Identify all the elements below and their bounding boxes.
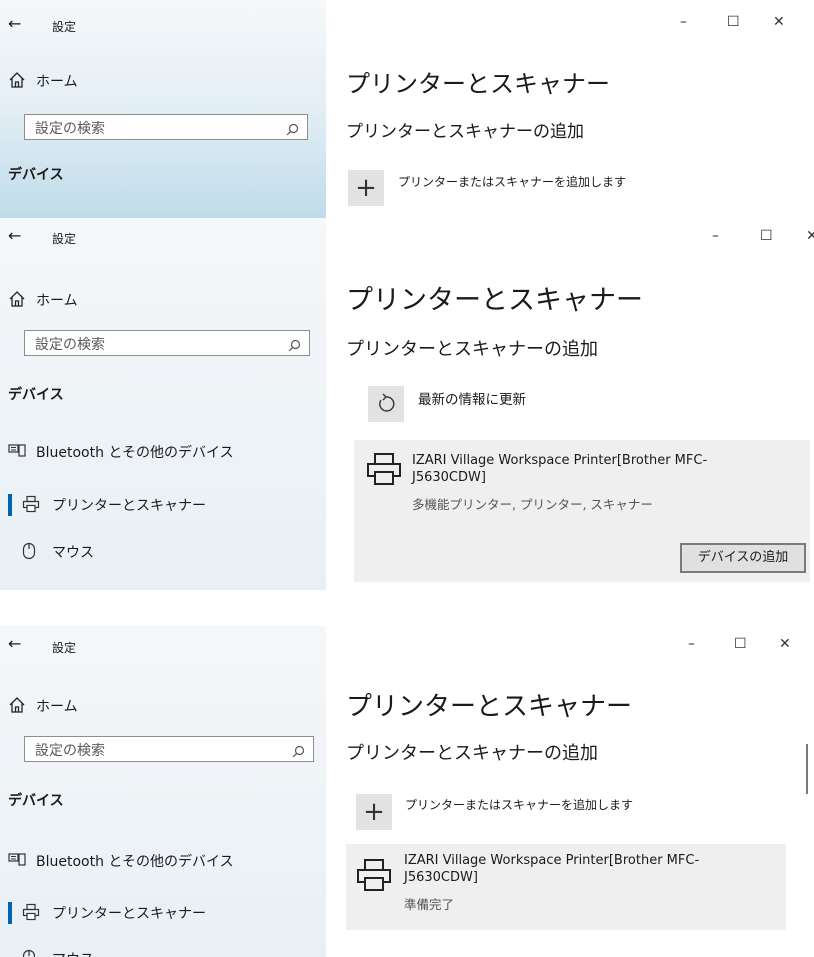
device-status: 多機能プリンター, プリンター, スキャナー [412, 497, 653, 512]
add-printer-label[interactable]: プリンターまたはスキャナーを追加します [398, 173, 626, 190]
refresh-button[interactable] [368, 386, 404, 422]
search-input[interactable]: 設定の検索 [24, 330, 310, 356]
nav-home[interactable]: ホーム [36, 290, 78, 310]
page-title: プリンターとスキャナー [346, 285, 643, 316]
add-printer-label[interactable]: プリンターまたはスキャナーを追加します [405, 796, 633, 813]
back-arrow-icon[interactable]: ← [8, 14, 21, 33]
sidebar-item-printers[interactable]: プリンターとスキャナー [0, 898, 326, 928]
page-title: プリンターとスキャナー [346, 692, 633, 722]
sidebar-item-printers[interactable]: プリンターとスキャナー [0, 490, 326, 520]
search-icon [288, 337, 301, 356]
sidebar-item-label: Bluetooth とその他のデバイス [36, 854, 234, 870]
search-icon [286, 121, 299, 140]
device-card[interactable]: IZARI Village Workspace Printer[Brother … [354, 440, 810, 582]
scrollbar[interactable] [806, 744, 808, 794]
search-placeholder: 設定の検索 [35, 743, 105, 759]
add-device-button[interactable]: デバイスの追加 [680, 543, 806, 573]
add-printer-button[interactable]: + [356, 794, 392, 830]
minimize-button[interactable]: – [680, 14, 687, 30]
refresh-icon [368, 386, 404, 422]
window-title: 設定 [52, 232, 77, 246]
plus-icon: + [363, 797, 385, 827]
keyboard-icon [8, 442, 26, 462]
back-arrow-icon[interactable]: ← [8, 226, 21, 245]
printer-icon [356, 858, 392, 896]
maximize-button[interactable]: ☐ [760, 228, 773, 244]
keyboard-icon [8, 851, 26, 871]
search-icon [292, 743, 305, 762]
printer-icon [22, 495, 40, 517]
section-label-devices: デバイス [8, 793, 64, 809]
nav-home[interactable]: ホーム [36, 71, 78, 91]
home-icon [8, 696, 26, 714]
search-input[interactable]: 設定の検索 [24, 114, 308, 140]
search-placeholder: 設定の検索 [35, 121, 105, 137]
mouse-icon [22, 542, 36, 564]
printer-icon [366, 452, 402, 490]
close-button[interactable]: ✕ [806, 228, 814, 244]
search-input[interactable]: 設定の検索 [24, 736, 314, 762]
section-label-devices: デバイス [8, 167, 64, 183]
window-title: 設定 [52, 641, 77, 655]
sidebar-item-bluetooth[interactable]: Bluetooth とその他のデバイス [0, 438, 326, 468]
refresh-label[interactable]: 最新の情報に更新 [418, 388, 526, 408]
search-placeholder: 設定の検索 [35, 337, 105, 353]
plus-icon: + [355, 173, 377, 203]
add-heading: プリンターとスキャナーの追加 [346, 339, 598, 360]
sidebar-item-label: マウス [52, 949, 94, 957]
sidebar-item-bluetooth[interactable]: Bluetooth とその他のデバイス [0, 847, 326, 877]
sidebar-item-label: プリンターとスキャナー [52, 906, 206, 922]
sidebar-item-mouse[interactable]: マウス [0, 538, 326, 568]
sidebar-item-label: Bluetooth とその他のデバイス [36, 445, 234, 461]
device-name: IZARI Village Workspace Printer[Brother … [412, 453, 708, 485]
maximize-button[interactable]: ☐ [734, 636, 747, 652]
back-arrow-icon[interactable]: ← [8, 634, 21, 653]
sidebar [0, 0, 326, 218]
add-printer-button[interactable]: + [348, 170, 384, 206]
page-title: プリンターとスキャナー [346, 70, 610, 98]
nav-home[interactable]: ホーム [36, 696, 78, 716]
sidebar-item-label: マウス [52, 545, 94, 561]
printer-icon [22, 903, 40, 925]
minimize-button[interactable]: – [688, 636, 695, 652]
sidebar [0, 218, 326, 590]
sidebar-item-mouse[interactable]: マウス [0, 945, 326, 957]
settings-window-3: ← 設定 ホーム 設定の検索 デバイス Bluetooth とその他のデバイス … [0, 626, 814, 957]
settings-window-1: ← 設定 ホーム 設定の検索 デバイス – ☐ ✕ プリンターとスキャナー プリ… [0, 0, 814, 218]
add-heading: プリンターとスキャナーの追加 [346, 743, 598, 764]
device-status: 準備完了 [404, 897, 455, 912]
window-title: 設定 [52, 20, 77, 34]
device-name: IZARI Village Workspace Printer[Brother … [404, 853, 700, 885]
home-icon [8, 71, 26, 89]
sidebar-item-label: プリンターとスキャナー [52, 498, 206, 514]
maximize-button[interactable]: ☐ [727, 14, 740, 30]
minimize-button[interactable]: – [712, 228, 719, 244]
device-card[interactable]: IZARI Village Workspace Printer[Brother … [346, 844, 786, 930]
section-label-devices: デバイス [8, 387, 64, 403]
home-icon [8, 290, 26, 308]
settings-window-2: ← 設定 ホーム 設定の検索 デバイス Bluetooth とその他のデバイス … [0, 218, 814, 598]
close-button[interactable]: ✕ [779, 636, 791, 652]
close-button[interactable]: ✕ [773, 14, 785, 30]
mouse-icon [22, 949, 36, 957]
add-heading: プリンターとスキャナーの追加 [346, 122, 584, 142]
